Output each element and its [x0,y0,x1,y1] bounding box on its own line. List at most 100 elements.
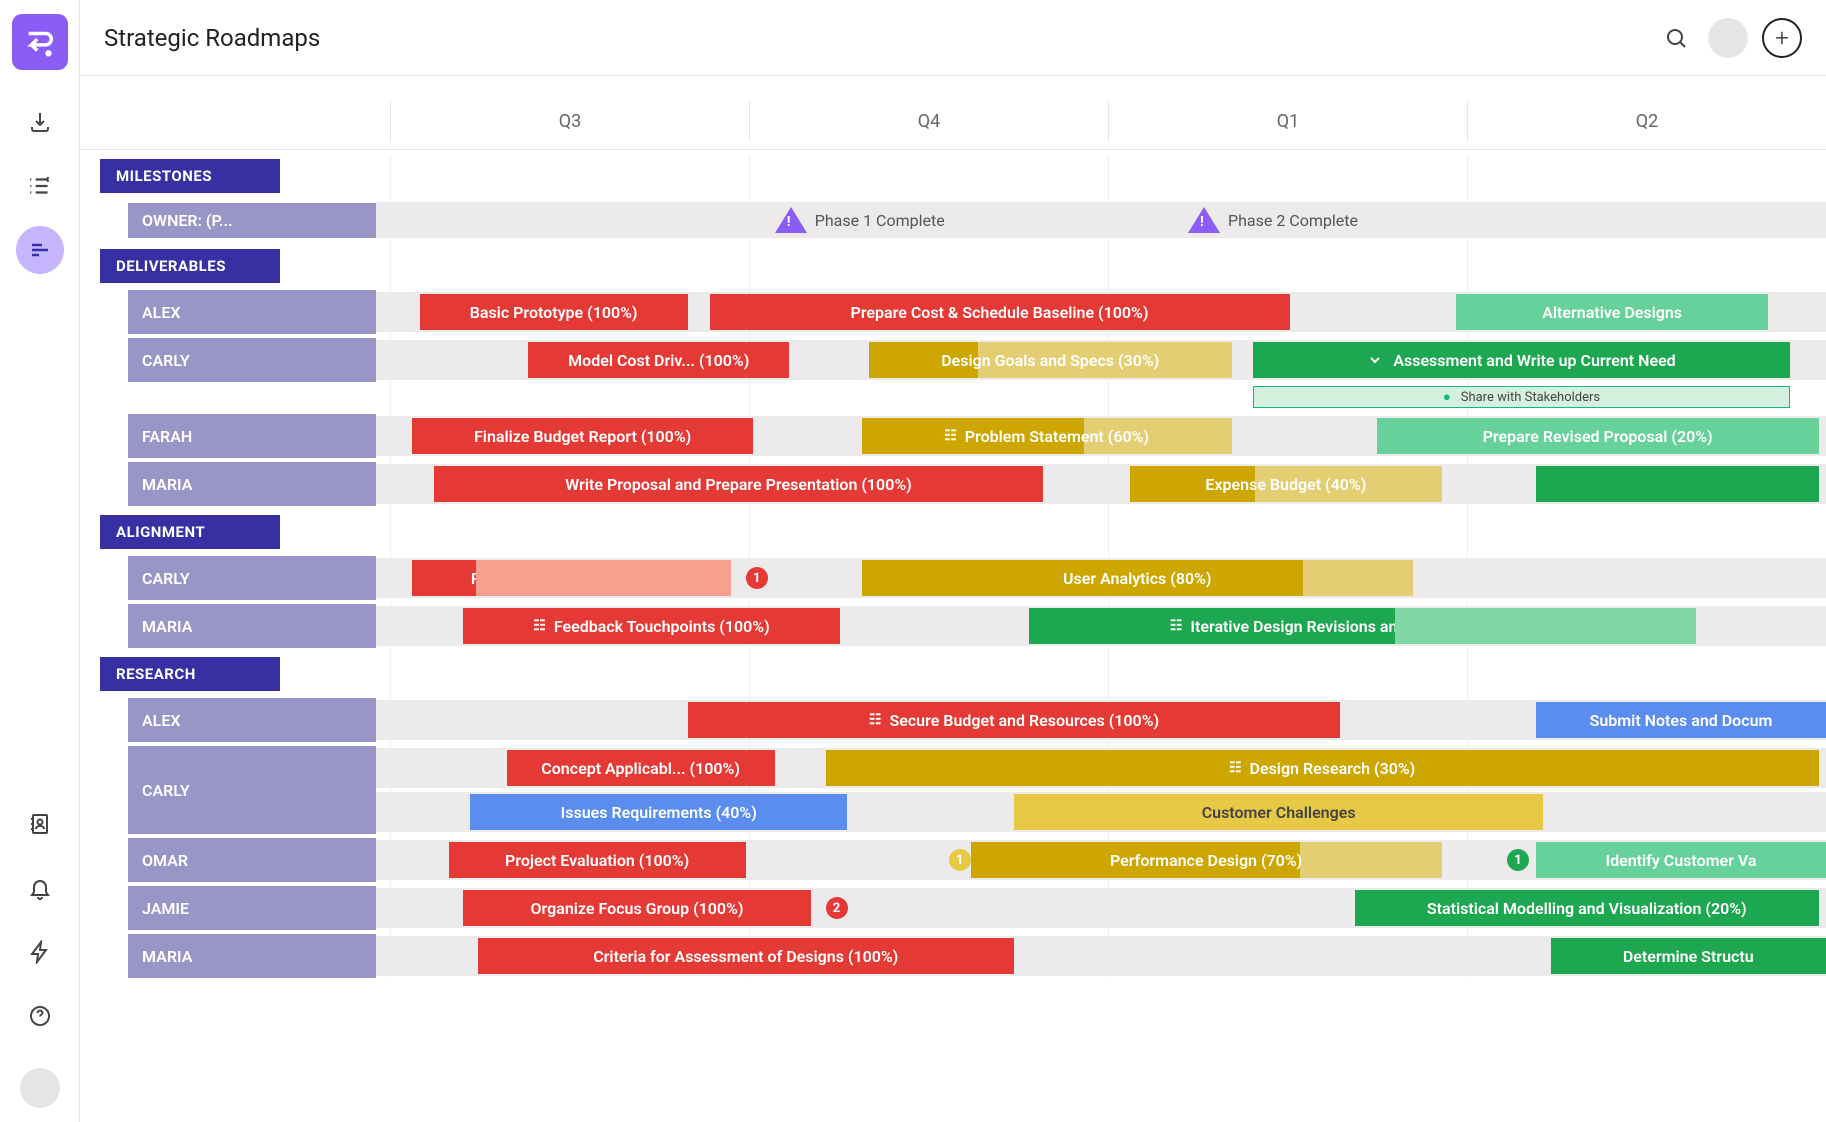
topbar: Strategic Roadmaps + [80,0,1826,76]
owner-label[interactable]: CARLY [128,556,376,600]
count-badge[interactable]: 1 [746,567,768,589]
app-logo[interactable] [12,14,68,70]
roadmap-bar[interactable]: ☷ Feedback Touchpoints (100%) [463,608,840,644]
count-badge[interactable]: 1 [949,849,971,871]
roadmap-bar[interactable]: Customer Challenges [1014,794,1543,830]
swimlane-track: Model Cost Driv... (100%) Design Goals an… [376,340,1826,380]
roadmap-bar[interactable]: ☷ Problem Statement (60%) [862,418,1232,454]
owner-label[interactable]: MARIA [128,934,376,978]
count-badge[interactable]: 1 [1507,849,1529,871]
nav-activity-icon[interactable] [16,928,64,976]
bar-label: Requirements Signoff (20%) [471,569,673,588]
roadmap-bar[interactable]: Determine Structu [1551,938,1826,974]
bar-label: Expense Budget (40%) [1205,475,1366,494]
swimlane-track: Organize Focus Group (100%) Statistical M… [376,888,1826,928]
swimlane-track: Criteria for Assessment of Designs (100%… [376,936,1826,976]
milestone-track: Phase 1 Complete Phase 2 Complete [376,202,1826,238]
quarter-header: Q4 [749,101,1108,142]
roadmap-bar[interactable] [1536,466,1819,502]
roadmap-bar[interactable]: Submit Notes and Docum [1536,702,1826,738]
bar-label: Issues Requirements (40%) [561,803,757,822]
roadmap-bar[interactable]: Organize Focus Group (100%) [463,890,811,926]
section-header[interactable]: ALIGNMENT [100,515,280,549]
nav-contacts-icon[interactable] [16,800,64,848]
bar-label: Criteria for Assessment of Designs (100%… [593,947,898,966]
roadmap-bar[interactable]: ☷Secure Budget and Resources (100%) [688,702,1341,738]
quarter-header: Q1 [1108,101,1467,142]
milestone-marker[interactable]: Phase 2 Complete [1188,207,1358,233]
chevron-down-icon[interactable] [1367,352,1383,368]
bar-label: Determine Structu [1623,947,1754,966]
bar-label: Finalize Budget Report (100%) [474,427,691,446]
nav-notifications-icon[interactable] [16,864,64,912]
owner-label[interactable]: OMAR [128,838,376,882]
roadmap-bar[interactable]: Model Cost Driv... (100%) [528,342,789,378]
nav-list-icon[interactable] [16,162,64,210]
bar-label: Problem Statement (60%) [965,427,1149,446]
owner-label[interactable]: MARIA [128,462,376,506]
roadmap-bar[interactable]: Issues Requirements (40%) [470,794,847,830]
bar-label: Iterative Design Revisions and Re-Alignm… [1190,617,1554,636]
add-button[interactable]: + [1762,18,1802,58]
roadmap-bar[interactable]: Prepare Revised Proposal (20%) [1377,418,1819,454]
user-avatar-small[interactable] [20,1068,60,1108]
roadmap-bar[interactable]: Write Proposal and Prepare Presentation … [434,466,1043,502]
swimlane-track: Finalize Budget Report (100%) ☷ Problem St… [376,416,1826,456]
owner-label[interactable]: JAMIE [128,886,376,930]
roadmap-bar[interactable]: Finalize Budget Report (100%) [412,418,753,454]
roadmap-bar[interactable]: Project Evaluation (100%) [449,842,746,878]
roadmap-bar[interactable]: User Analytics (80%) [862,560,1413,596]
nav-roadmap-icon[interactable] [16,226,64,274]
owner-label[interactable]: OWNER: (P... [128,203,376,238]
roadmap-bar[interactable]: Statistical Modelling and Visualization … [1355,890,1819,926]
swimlane-track: ☷Secure Budget and Resources (100%) Submi… [376,700,1826,740]
nav-import-icon[interactable] [16,98,64,146]
milestone-label: Phase 2 Complete [1228,211,1358,230]
owner-label[interactable]: MARIA [128,604,376,648]
roadmap-bar[interactable]: ☷Iterative Design Revisions and Re-Align… [1029,608,1696,644]
section-header[interactable]: MILESTONES [100,159,280,193]
search-icon[interactable] [1658,20,1694,56]
bar-label: Write Proposal and Prepare Presentation … [565,475,912,494]
bar-label: Design Goals and Specs (30%) [941,351,1159,370]
owner-label[interactable]: CARLY [128,746,376,834]
roadmap-bar[interactable]: Expense Budget (40%) [1130,466,1442,502]
owner-label[interactable]: CARLY [128,338,376,382]
bar-label: Feedback Touchpoints (100%) [554,617,770,636]
roadmap-bar[interactable]: ☷ Design Research (30%) [826,750,1819,786]
section-header[interactable]: DELIVERABLES [100,249,280,283]
milestone-label: Phase 1 Complete [815,211,945,230]
subtask-icon: ☷ [944,428,957,444]
sub-bar[interactable]: Share with Stakeholders [1253,386,1790,408]
section-header[interactable]: RESEARCH [100,657,280,691]
roadmap-bar[interactable]: Assessment and Write up Current Need [1253,342,1790,378]
bar-label: Alternative Designs [1542,303,1682,322]
roadmap-bar[interactable]: Prepare Cost & Schedule Baseline (100%) [710,294,1290,330]
milestone-marker[interactable]: Phase 1 Complete [775,207,945,233]
roadmap-bar[interactable]: Performance Design (70%) [971,842,1442,878]
owner-label[interactable]: ALEX [128,698,376,742]
user-avatar[interactable] [1708,18,1748,58]
bar-label: Identify Customer Va [1605,851,1756,870]
nav-help-icon[interactable] [16,992,64,1040]
owner-label[interactable]: ALEX [128,290,376,334]
subtask-icon: ☷ [533,618,546,634]
count-badge[interactable]: 2 [826,897,848,919]
roadmap-bar[interactable]: Design Goals and Specs (30%) [869,342,1232,378]
roadmap-bar[interactable]: Identify Customer Va [1536,842,1826,878]
owner-label[interactable]: FARAH [128,414,376,458]
roadmap-bar[interactable]: Alternative Designs [1456,294,1768,330]
bar-label: Concept Applicabl... (100%) [541,759,740,778]
roadmap-bar[interactable]: Basic Prototype (100%) [420,294,688,330]
warning-icon [1188,207,1220,233]
subtask-icon: ☷ [1229,760,1242,776]
quarter-header: Q2 [1467,101,1826,142]
roadmap-bar[interactable]: Concept Applicabl... (100%) [507,750,775,786]
swimlane-track: Write Proposal and Prepare Presentation … [376,464,1826,504]
bar-label: Organize Focus Group (100%) [531,899,744,918]
roadmap-bar[interactable]: Requirements Signoff (20%) [412,560,731,596]
roadmap-bar[interactable]: Criteria for Assessment of Designs (100%… [478,938,1015,974]
bar-label: Secure Budget and Resources (100%) [889,711,1159,730]
bar-label: Design Research (30%) [1250,759,1416,778]
bar-label: Project Evaluation (100%) [505,851,689,870]
